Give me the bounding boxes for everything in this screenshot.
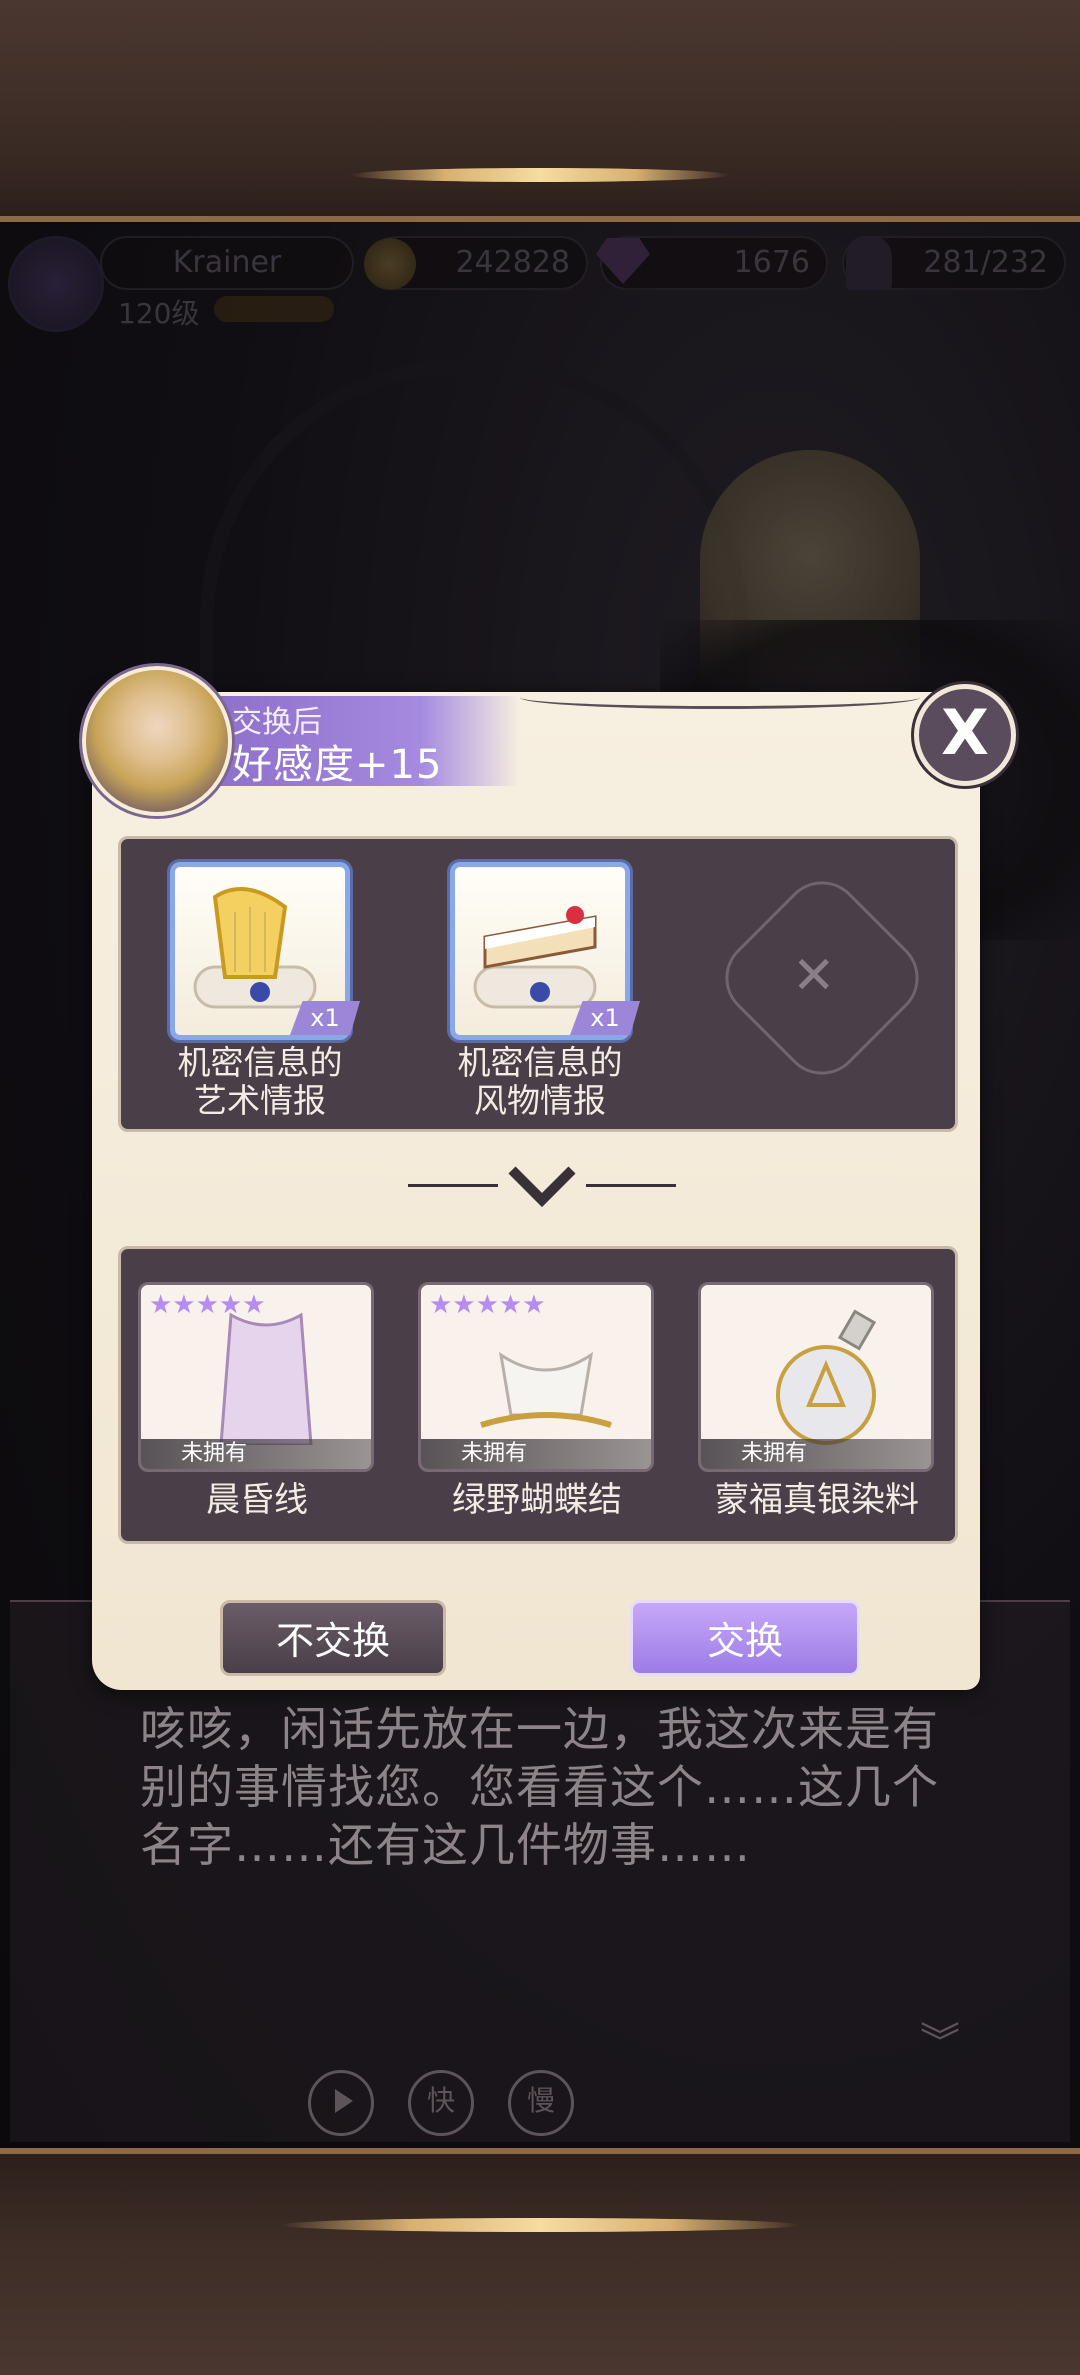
reward-card[interactable]: ★★★★★ 未拥有 [138,1282,374,1472]
reward-card[interactable]: 未拥有 [698,1282,934,1472]
bottom-frame [0,2148,1080,2375]
reward-name: 蒙福真银染料 [715,1480,919,1520]
accept-button[interactable]: 交换 [630,1600,860,1676]
decline-label: 不交换 [275,1619,390,1663]
affinity-gain: 好感度+15 [232,742,443,788]
frame-ornament [350,168,730,182]
unowned-tag: 未拥有 [421,1439,651,1469]
star-rating: ★★★★★ [149,1290,266,1320]
dye-flask-icon [776,1309,877,1445]
slow-button[interactable]: 慢 [508,2070,574,2136]
fast-button[interactable]: 快 [408,2070,474,2136]
reward-name: 晨昏线 [206,1480,308,1520]
close-button[interactable]: X [914,684,1016,786]
vine-decoration [520,686,920,709]
unowned-tag: 未拥有 [141,1439,371,1469]
top-frame [0,0,1080,222]
give-item-name: 机密信息的 艺术情报 [177,1043,343,1120]
story-text: 咳咳，闲话先放在一边，我这次来是有别的事情找您。您看看这个……这几个名字……还有… [140,1702,939,1872]
accept-label: 交换 [706,1619,783,1663]
give-item-name: 机密信息的 风物情报 [457,1043,623,1120]
empty-slot-icon: ✕ [792,946,836,1006]
divider-flourish [408,1184,498,1187]
frame-ornament [280,2218,800,2232]
unowned-tag: 未拥有 [701,1439,931,1469]
star-rating: ★★★★★ [429,1290,546,1320]
reward-card[interactable]: ★★★★★ 未拥有 [418,1282,654,1472]
divider-flourish [586,1184,676,1187]
decline-button[interactable]: 不交换 [220,1600,446,1676]
close-icon: X [941,696,989,769]
slow-label: 慢 [526,2084,555,2117]
auto-play-button[interactable] [308,2070,374,2136]
reward-name: 绿野蝴蝶结 [452,1480,622,1520]
play-icon [335,2089,353,2113]
fast-label: 快 [426,2084,455,2117]
next-chevron-icon[interactable]: ︾ [920,2010,960,2068]
character-portrait [82,666,232,816]
